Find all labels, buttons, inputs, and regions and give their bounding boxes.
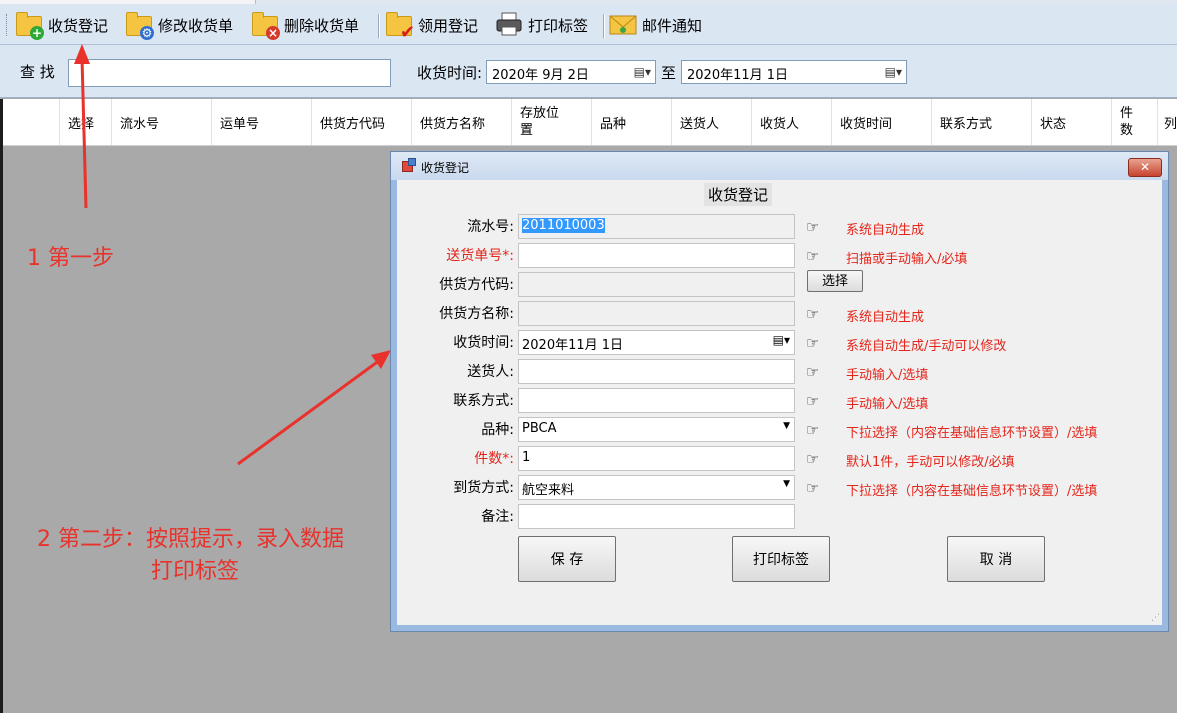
delivery-no-label: 送货单号*: [446,248,514,264]
arrow-step1-head [74,44,90,64]
deliverer-label: 送货人: [467,364,514,380]
remark-input[interactable] [518,504,795,529]
variety-hint: 下拉选择（内容在基础信息环节设置）/选填 [846,426,1098,441]
arrow-step2 [237,358,381,466]
arrow-step1 [80,57,88,209]
label-column: 流水号: 送货单号*: 供货方代码: 供货方名称: 收货时间: 送货人: 联系方… [397,180,514,625]
remark-label: 备注: [481,509,514,525]
receive-register-dialog: 收货登记 ✕ 收货登记 流水号: 送货单号*: 供货方代码: 供货方名称: 收货… [390,151,1169,632]
pointing-hand-icon: ☞ [806,305,820,323]
calendar-dropdown-icon[interactable]: ▤▾ [773,333,790,347]
chevron-down-icon[interactable]: ▼ [783,479,790,489]
variety-label: 品种: [481,422,514,438]
receive-time-field-label: 收货时间: [453,335,514,351]
supplier-name-hint: 系统自动生成 [846,310,925,325]
cancel-button[interactable]: 取 消 [947,536,1045,582]
serial-value: 2011010003 [522,218,605,233]
pointing-hand-icon: ☞ [806,479,820,497]
step2-annotation: 2 第二步：按照提示，录入数据 [37,527,344,552]
quantity-input[interactable]: 1 [518,446,795,471]
supplier-name-field[interactable] [518,301,795,326]
arrival-method-label: 到货方式: [453,480,514,496]
contact-hint: 手动输入/选填 [846,397,929,412]
resize-grip-icon[interactable]: ⋰ [1151,613,1160,623]
dialog-titlebar[interactable]: 收货登记 ✕ [391,152,1168,180]
quantity-label: 件数*: [474,451,514,467]
serial-hint: 系统自动生成 [846,223,925,238]
receive-time-picker[interactable]: 2020年11月 1日 ▤▾ [518,330,795,355]
variety-value: PBCA [522,421,557,436]
pointing-hand-icon: ☞ [806,334,820,352]
select-supplier-button[interactable]: 选择 [807,270,863,292]
pointing-hand-icon: ☞ [806,421,820,439]
delivery-no-hint: 扫描或手动输入/必填 [846,252,968,267]
save-button[interactable]: 保 存 [518,536,616,582]
delivery-no-input[interactable] [518,243,795,268]
pointing-hand-icon: ☞ [806,450,820,468]
pointing-hand-icon: ☞ [806,363,820,381]
quantity-hint: 默认1件，手动可以修改/必填 [846,455,1015,470]
step2-annotation-line2: 打印标签 [151,559,240,584]
dialog-body: 收货登记 流水号: 送货单号*: 供货方代码: 供货方名称: 收货时间: 送货人… [397,180,1162,625]
close-button[interactable]: ✕ [1128,158,1162,177]
pointing-hand-icon: ☞ [806,247,820,265]
supplier-code-field[interactable] [518,272,795,297]
supplier-code-label: 供货方代码: [439,277,514,293]
deliverer-hint: 手动输入/选填 [846,368,929,383]
app-icon [402,158,416,172]
close-icon: ✕ [1139,160,1151,174]
serial-label: 流水号: [467,219,514,235]
pointing-hand-icon: ☞ [806,392,820,410]
arrival-method-hint: 下拉选择（内容在基础信息环节设置）/选填 [846,484,1098,499]
receive-time-value: 2020年11月 1日 [522,338,624,353]
contact-label: 联系方式: [453,393,514,409]
step1-annotation: 1 第一步 [27,246,114,271]
dialog-title: 收货登记 [421,161,470,175]
pointing-hand-icon: ☞ [806,218,820,236]
dialog-heading: 收货登记 [704,183,773,206]
arrival-method-value: 航空来料 [522,483,575,498]
serial-field[interactable]: 2011010003 [518,214,795,239]
receive-time-hint: 系统自动生成/手动可以修改 [846,339,1007,354]
chevron-down-icon[interactable]: ▼ [783,421,790,431]
variety-select[interactable]: PBCA ▼ [518,417,795,442]
contact-input[interactable] [518,388,795,413]
deliverer-input[interactable] [518,359,795,384]
supplier-name-label: 供货方名称: [439,306,514,322]
arrival-method-select[interactable]: 航空来料 ▼ [518,475,795,500]
print-label-button[interactable]: 打印标签 [732,536,830,582]
